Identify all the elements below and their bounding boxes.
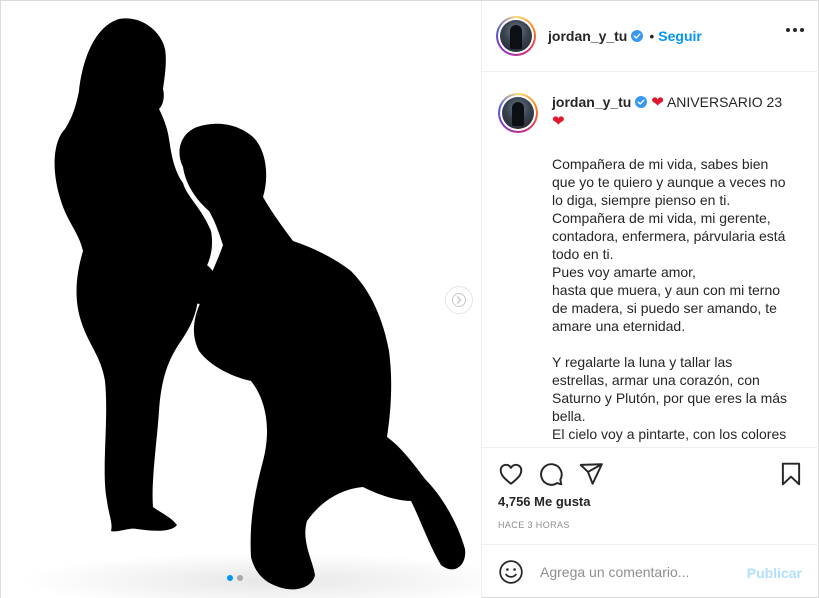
avatar[interactable] (496, 16, 536, 56)
follow-button[interactable]: Seguir (658, 28, 702, 44)
post-side-panel: jordan_y_tu • Seguir jordan_y_tu ❤ ANIVE… (481, 1, 819, 598)
chevron-right-icon (452, 293, 466, 307)
caption-section: jordan_y_tu ❤ ANIVERSARIO 23 ❤ Compañera… (482, 73, 819, 446)
publish-button[interactable]: Publicar (747, 565, 802, 581)
caption-text: jordan_y_tu ❤ ANIVERSARIO 23 ❤ Compañera… (552, 93, 792, 446)
carousel-dot-active (227, 575, 233, 581)
next-image-button[interactable] (445, 286, 473, 314)
caption-body: Compañera de mi vida, sabes bien que yo … (552, 156, 788, 446)
verified-badge-icon (635, 96, 648, 108)
caption-title: ANIVERSARIO 23 (666, 94, 783, 110)
post-header: jordan_y_tu • Seguir (482, 1, 819, 72)
like-count[interactable]: 4,756 Me gusta (498, 494, 591, 509)
heart-emoji: ❤ (651, 94, 664, 111)
smiley-icon[interactable] (498, 559, 524, 585)
action-bar (482, 447, 819, 499)
carousel-dot (237, 575, 243, 581)
heart-icon[interactable] (498, 461, 524, 487)
verified-badge-icon (631, 30, 644, 42)
avatar-image (502, 97, 534, 129)
separator-dot: • (649, 28, 655, 44)
more-options-icon[interactable] (786, 28, 804, 32)
silhouette-photo (1, 1, 481, 598)
caption-avatar[interactable] (498, 93, 538, 133)
username-link[interactable]: jordan_y_tu (548, 28, 627, 44)
comment-input[interactable] (540, 564, 740, 580)
share-icon[interactable] (578, 461, 604, 487)
caption-row: jordan_y_tu ❤ ANIVERSARIO 23 ❤ Compañera… (498, 93, 804, 446)
caption-username-link[interactable]: jordan_y_tu (552, 94, 631, 110)
caption-title-line: jordan_y_tu ❤ ANIVERSARIO 23 ❤ (552, 93, 792, 131)
heart-emoji: ❤ (552, 113, 565, 130)
comment-bar: Publicar (482, 544, 819, 598)
post-timestamp[interactable]: HACE 3 HORAS (498, 520, 570, 530)
bookmark-icon[interactable] (778, 461, 804, 487)
post-media[interactable] (1, 1, 481, 598)
instagram-post: jordan_y_tu • Seguir jordan_y_tu ❤ ANIVE… (0, 0, 819, 598)
carousel-indicator (227, 575, 243, 581)
avatar-image (500, 20, 532, 52)
comment-icon[interactable] (538, 461, 564, 487)
